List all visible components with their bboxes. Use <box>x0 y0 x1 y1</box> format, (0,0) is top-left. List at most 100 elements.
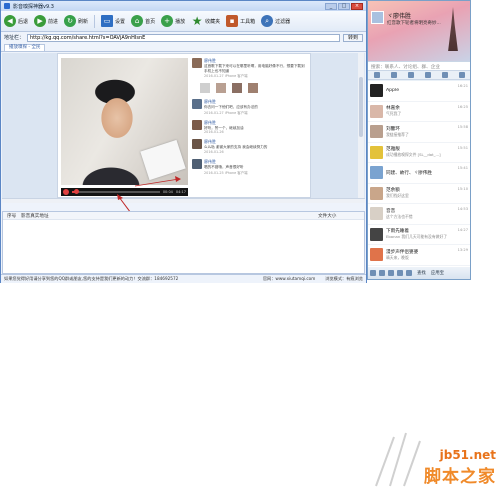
home-button[interactable]: ⌂ 首页 <box>131 15 155 27</box>
column-address[interactable]: 影音真实地址 <box>21 213 318 219</box>
find-button[interactable]: 查找 <box>417 270 426 276</box>
more-icon[interactable] <box>458 72 465 78</box>
monitor-icon: ▭ <box>101 15 114 27</box>
avatar <box>192 58 202 68</box>
favorites-button[interactable]: ★ 收藏夹 <box>191 15 220 27</box>
contact-time: 15:41 <box>457 166 468 170</box>
list-header: 序号 影音真实地址 文件大小 <box>3 212 364 220</box>
avatar <box>370 186 383 200</box>
play-button[interactable]: + 播放 <box>161 15 185 27</box>
settings-button[interactable]: ▭ 设置 <box>101 15 125 27</box>
tab-current[interactable]: 播放嗅探 - 全民 <box>4 44 46 51</box>
back-button[interactable]: ◀ 后退 <box>4 15 28 27</box>
forward-button[interactable]: ▶ 前进 <box>34 15 58 27</box>
filter-button[interactable]: ⌕ 过滤器 <box>261 15 290 27</box>
comment-item: 廖伟胜 好听，赞一个，继续加油 2016-01-26 <box>192 119 308 135</box>
official-site-link[interactable]: 官网：www.xiutamqi.com <box>263 276 315 282</box>
comment-item: 廖伟胜 这首歌下载下来可以在哪里听啊，用电脑好像不行，想要下载到手机上也不知道 … <box>192 58 308 78</box>
column-index[interactable]: 序号 <box>3 213 21 219</box>
avatar <box>370 248 383 262</box>
refresh-button[interactable]: ↻ 刷新 <box>64 15 88 27</box>
audio-player: 00:04 04:17 <box>61 188 188 196</box>
list-item[interactable]: 下雨先睡着 Ebanan 我们几天可能有没有做好了 14:27 <box>368 225 470 245</box>
watermark-url: jb51.net <box>439 448 496 462</box>
avatar <box>370 104 383 118</box>
star-icon: ★ <box>191 14 203 28</box>
comment-time: 2016-01-27 iPhone 客户端 <box>204 110 248 115</box>
discussion-icon[interactable] <box>441 72 448 78</box>
list-item[interactable]: Apple 16:21 <box>368 81 470 102</box>
horizontal-scrollbar[interactable] <box>2 198 365 203</box>
play-label: 播放 <box>175 18 186 25</box>
mail-icon[interactable] <box>406 270 412 276</box>
thumbnail[interactable] <box>216 83 226 94</box>
qq-bottom-bar: 查找 应用宝 <box>368 267 470 279</box>
thumbnail[interactable] <box>232 83 242 94</box>
column-size[interactable]: 文件大小 <box>318 213 364 219</box>
app-store-button[interactable]: 应用宝 <box>431 270 444 276</box>
message-manager-icon[interactable] <box>388 270 394 276</box>
comment-text: 这首歌下载下来可以在哪里听啊，用电脑好像不行，想要下载到手机上也不知道 <box>204 64 305 73</box>
web-viewport[interactable]: 00:04 04:17 廖伟胜 这首歌下载下来可以在哪里听啊，用电脑好像不行，想… <box>2 53 365 198</box>
contact-message: 晴天来，晚饭 <box>386 254 409 260</box>
status-bar: 如果您觉得好用请分享到您的QQ群或朋友,您的支持是我们更新的动力！交流群：184… <box>1 274 366 283</box>
user-avatar[interactable] <box>371 11 384 24</box>
contact-message: 气死我了 <box>386 111 402 117</box>
list-item[interactable]: 林嘉余 气死我了 16:25 <box>368 102 470 122</box>
back-arrow-icon: ◀ <box>4 15 16 27</box>
comment-time: 2016-01-27 iPhone 客户端 <box>204 74 248 79</box>
scrollbar-thumb[interactable] <box>359 77 363 137</box>
settings-label: 设置 <box>115 18 126 25</box>
contacts-icon[interactable] <box>390 72 397 78</box>
address-label: 地址栏： <box>4 35 25 41</box>
thumbnail[interactable] <box>200 83 210 94</box>
list-item[interactable]: 范雅靓 成功播放嗅探文件 [SL__dat_...] 15:51 <box>368 143 470 163</box>
watermark: jb51.net 脚本之家 <box>375 432 496 487</box>
groups-icon[interactable] <box>407 72 414 78</box>
avatar <box>192 119 202 130</box>
comment-time: 2016-01-26 <box>204 130 224 135</box>
contact-time: 14:53 <box>457 207 468 211</box>
toolbox-label: 工具箱 <box>240 18 256 25</box>
contact-time: 14:27 <box>457 227 468 232</box>
menu-icon[interactable] <box>370 270 376 276</box>
window-title: 影音嗅探神器v9.3 <box>13 3 54 10</box>
toolbar-divider <box>94 14 96 28</box>
settings-icon[interactable] <box>379 270 385 276</box>
close-button[interactable]: × <box>351 2 363 10</box>
progress-track[interactable] <box>72 189 160 194</box>
vertical-scrollbar[interactable] <box>358 53 364 198</box>
list-item[interactable]: 范余额 我们找好这里 15:10 <box>368 184 470 204</box>
url-input[interactable] <box>27 33 340 42</box>
list-item[interactable]: 刘馨环 我链接推荐了 15:58 <box>368 122 470 143</box>
contact-search[interactable]: 搜索：联系人、讨论组、群、企业 <box>368 61 470 71</box>
chat-icon[interactable] <box>373 72 380 78</box>
gift-thumbnails <box>200 83 308 94</box>
app-icon <box>4 3 10 9</box>
list-item[interactable]: 同建、故行、ヾ廖伟胜 15:41 <box>368 163 470 184</box>
space-icon[interactable] <box>424 72 431 78</box>
toolbox-button[interactable]: ▪ 工具箱 <box>226 15 255 27</box>
desktop: { "app": { "title": "影音嗅探神器v9.3", "windo… <box>0 0 500 493</box>
go-button[interactable]: 转到 <box>342 33 363 42</box>
plus-play-icon: + <box>161 15 174 27</box>
pause-button[interactable] <box>63 189 69 195</box>
user-signature[interactable]: 红音歌下轮者将明亮奇妙... <box>387 20 441 26</box>
contact-message: 成功播放嗅探文件 [SL__dat_...] <box>386 152 441 158</box>
magnifier-icon: ⌕ <box>261 15 274 27</box>
thumbnail[interactable] <box>248 83 258 94</box>
apple-icon <box>370 84 383 98</box>
comment-item: 廖伟胜 唱的不错哦，声音很好听 2016-01-25 iPhone 客户端 <box>192 158 308 175</box>
minimize-button[interactable]: _ <box>325 2 337 10</box>
browse-mode: 浏览模式：有痕浏览 <box>325 276 363 281</box>
file-icon[interactable] <box>397 270 403 276</box>
refresh-label: 刷新 <box>78 18 89 25</box>
list-item[interactable]: 音音 这个方法也不错 14:53 <box>368 204 470 225</box>
recent-chats: Apple 16:21 林嘉余 气死我了 16:25 刘馨环 我链接推荐了 15:5… <box>368 81 470 267</box>
list-item[interactable]: 漫步声伴侣婆婆 晴天来，晚饭 13:29 <box>368 245 470 266</box>
sniffed-media-list: 序号 影音真实地址 文件大小 <box>2 211 365 274</box>
avatar <box>370 227 383 241</box>
forward-arrow-icon: ▶ <box>34 15 47 27</box>
maximize-button[interactable]: □ <box>338 2 350 10</box>
progress-knob[interactable] <box>73 189 79 194</box>
